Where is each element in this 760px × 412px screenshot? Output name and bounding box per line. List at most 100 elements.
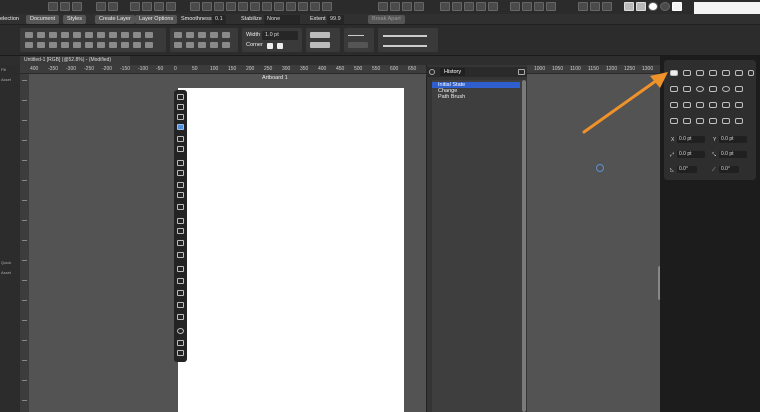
- tool-icon[interactable]: [226, 2, 236, 11]
- align-icon[interactable]: [25, 32, 33, 38]
- y-field[interactable]: 0.0 pt: [719, 136, 747, 143]
- distribute-icon[interactable]: [49, 42, 57, 48]
- document-button[interactable]: Document: [26, 15, 60, 24]
- stabilize-select[interactable]: None: [264, 15, 300, 24]
- x-field[interactable]: 0.0 pt: [677, 136, 705, 143]
- node-icon[interactable]: [210, 32, 218, 38]
- fill-tool-icon[interactable]: [177, 170, 184, 176]
- history-scrollbar[interactable]: [522, 80, 526, 412]
- operation-icon[interactable]: [722, 70, 730, 76]
- align-icon[interactable]: [73, 32, 81, 38]
- extent-field[interactable]: 99.9: [327, 15, 344, 24]
- move-tool-icon[interactable]: [177, 94, 184, 100]
- distribute-icon[interactable]: [97, 42, 105, 48]
- history-scroll-thumb[interactable]: [522, 80, 526, 412]
- tool-icon[interactable]: [202, 2, 212, 11]
- tool-icon[interactable]: [274, 2, 284, 11]
- align-icon[interactable]: [97, 32, 105, 38]
- tool-icon[interactable]: [310, 2, 320, 11]
- align-icon[interactable]: [37, 32, 45, 38]
- place-tool-icon[interactable]: [177, 302, 184, 308]
- shape-icon[interactable]: [722, 86, 730, 92]
- distribute-icon[interactable]: [25, 42, 33, 48]
- transform-icon[interactable]: [735, 102, 743, 108]
- gradient-tool-icon[interactable]: [177, 204, 184, 210]
- path-icon[interactable]: [722, 118, 730, 124]
- node-icon[interactable]: [174, 42, 182, 48]
- distribute-icon[interactable]: [73, 42, 81, 48]
- tool-icon[interactable]: [96, 2, 106, 11]
- tool-icon[interactable]: [440, 2, 450, 11]
- tool-icon[interactable]: [464, 2, 474, 11]
- distribute-icon[interactable]: [61, 42, 69, 48]
- rectangle-tool-icon[interactable]: [177, 146, 184, 152]
- corner-icon[interactable]: [267, 43, 273, 49]
- tool-icon[interactable]: [60, 2, 70, 11]
- distribute-icon[interactable]: [109, 42, 117, 48]
- break-apart-button[interactable]: Break Apart: [368, 15, 405, 24]
- tool-icon[interactable]: [476, 2, 486, 11]
- color-dot-icon[interactable]: [660, 2, 670, 11]
- transform-icon[interactable]: [722, 102, 730, 108]
- tool-icon[interactable]: [522, 2, 532, 11]
- dash-line[interactable]: [348, 35, 364, 36]
- path-icon[interactable]: [683, 118, 691, 124]
- tool-icon[interactable]: [48, 2, 58, 11]
- h-field[interactable]: 0.0 pt: [719, 151, 747, 158]
- history-item[interactable]: Path Brush: [432, 94, 520, 100]
- rotate-field[interactable]: 0.0°: [677, 166, 697, 173]
- align-icon[interactable]: [109, 32, 117, 38]
- dash-dropdown[interactable]: [348, 42, 368, 48]
- tool-icon[interactable]: [390, 2, 400, 11]
- path-icon[interactable]: [735, 118, 743, 124]
- text-tool-icon[interactable]: [177, 182, 184, 188]
- document-tab[interactable]: Untitled-1 [RGB] (@52.8%) - (Modified): [20, 56, 130, 65]
- artboard[interactable]: [178, 88, 404, 412]
- align-icon[interactable]: [121, 32, 129, 38]
- transform-icon[interactable]: [709, 102, 717, 108]
- operation-icon[interactable]: [696, 70, 704, 76]
- node-icon[interactable]: [198, 42, 206, 48]
- tool-icon[interactable]: [130, 2, 140, 11]
- tool-icon[interactable]: [578, 2, 588, 11]
- zoom-tool-icon[interactable]: [177, 340, 184, 346]
- distribute-icon[interactable]: [133, 42, 141, 48]
- node-icon[interactable]: [210, 42, 218, 48]
- tool-icon[interactable]: [262, 2, 272, 11]
- corner-icon[interactable]: [277, 43, 283, 49]
- tool-icon[interactable]: [402, 2, 412, 11]
- hand-tool-icon[interactable]: [177, 350, 184, 356]
- tool-icon[interactable]: [154, 2, 164, 11]
- shape-icon[interactable]: [683, 86, 691, 92]
- align-icon[interactable]: [145, 32, 153, 38]
- node-icon[interactable]: [198, 32, 206, 38]
- distribute-icon[interactable]: [85, 42, 93, 48]
- operation-icon[interactable]: [735, 70, 743, 76]
- tool-icon[interactable]: [378, 2, 388, 11]
- pencil-tool-icon[interactable]: [177, 124, 184, 130]
- node-icon[interactable]: [186, 42, 194, 48]
- transform-icon[interactable]: [683, 102, 691, 108]
- distribute-icon[interactable]: [121, 42, 129, 48]
- node-icon[interactable]: [174, 32, 182, 38]
- tool-icon[interactable]: [590, 2, 600, 11]
- color-dot-icon[interactable]: [648, 2, 658, 11]
- distribute-icon[interactable]: [145, 42, 153, 48]
- node-icon[interactable]: [186, 32, 194, 38]
- tool-icon[interactable]: [534, 2, 544, 11]
- color-picker-icon[interactable]: [177, 266, 184, 272]
- w-field[interactable]: 0.0 pt: [677, 151, 705, 158]
- layer-options-button[interactable]: Layer Options: [135, 15, 178, 24]
- node-icon[interactable]: [222, 32, 230, 38]
- tool-icon[interactable]: [452, 2, 462, 11]
- transform-icon[interactable]: [696, 102, 704, 108]
- tool-icon[interactable]: [190, 2, 200, 11]
- distribute-icon[interactable]: [37, 42, 45, 48]
- stroke-preview[interactable]: [383, 35, 427, 37]
- transparency-tool-icon[interactable]: [177, 218, 184, 224]
- close-icon[interactable]: [429, 69, 435, 75]
- tool-icon[interactable]: [602, 2, 612, 11]
- tool-icon[interactable]: [250, 2, 260, 11]
- cap-dropdown[interactable]: [310, 32, 330, 38]
- operation-icon[interactable]: [748, 70, 754, 76]
